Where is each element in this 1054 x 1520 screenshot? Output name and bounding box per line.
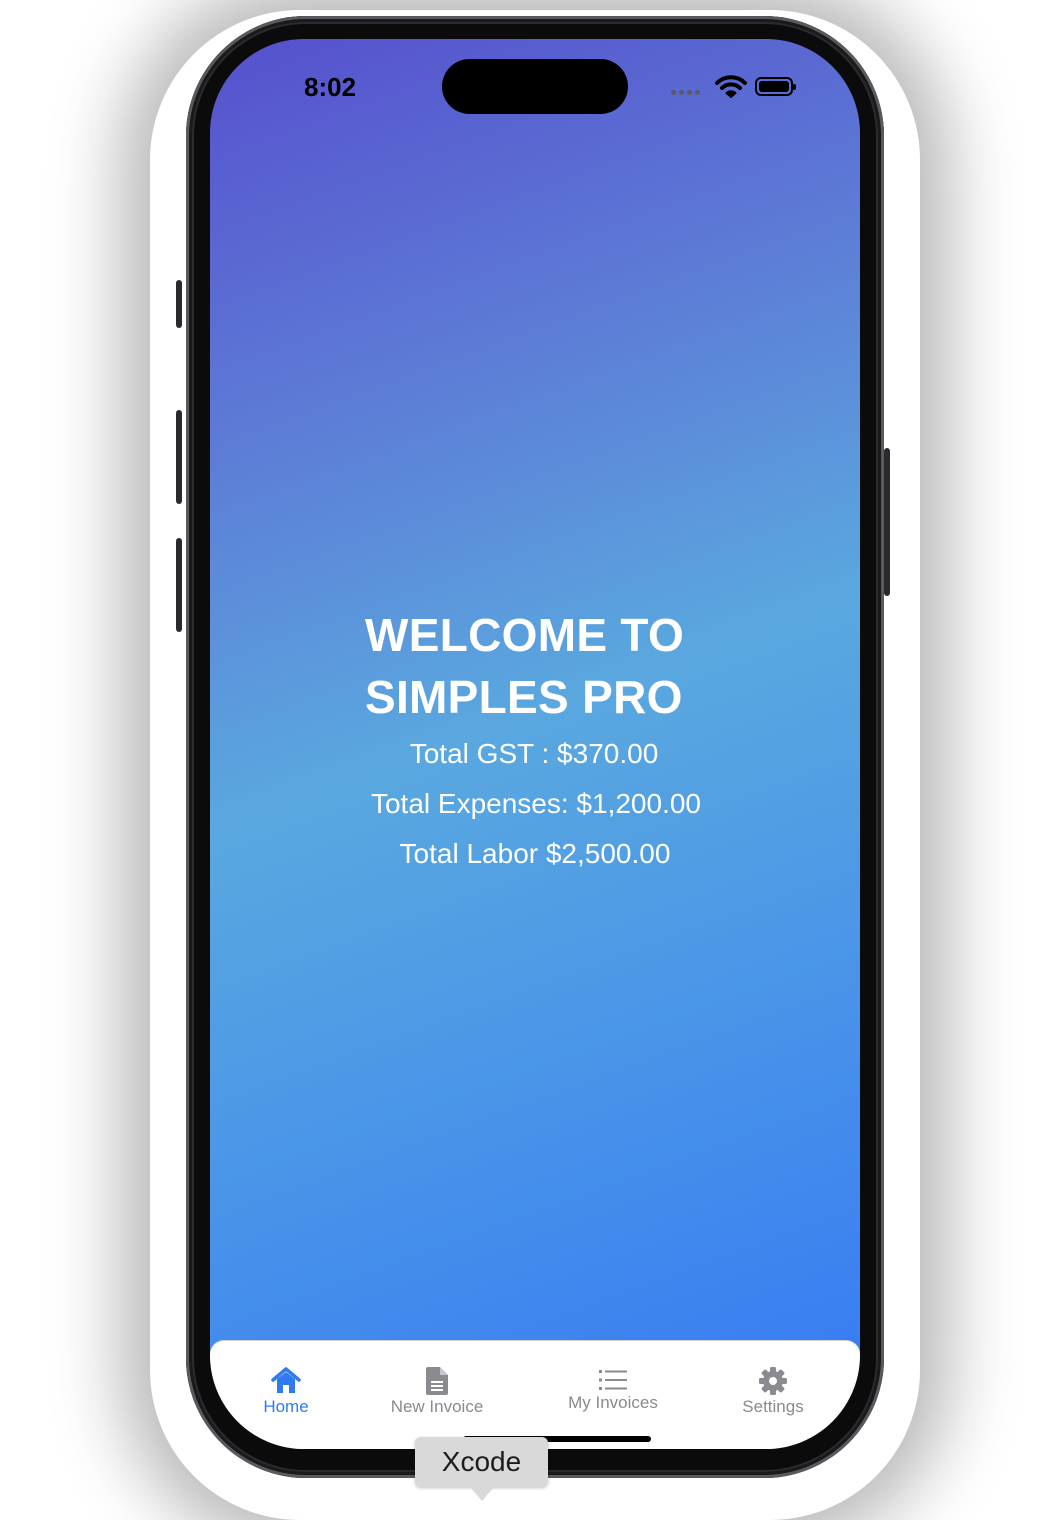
wifi-icon xyxy=(715,75,747,98)
welcome-title-line2: SIMPLES PRO xyxy=(365,671,683,723)
tab-settings-label: Settings xyxy=(742,1397,804,1416)
battery-icon xyxy=(755,77,796,96)
tab-settings[interactable]: Settings xyxy=(703,1365,843,1417)
tab-new-invoice[interactable]: New Invoice xyxy=(367,1365,507,1417)
dynamic-island xyxy=(442,59,628,114)
total-gst: Total GST : $370.00 xyxy=(409,738,659,769)
total-labor: Total Labor $2,500.00 xyxy=(399,838,671,869)
gear-icon xyxy=(759,1367,787,1395)
tab-my-invoices-label: My Invoices xyxy=(568,1393,658,1412)
tab-new-invoice-label: New Invoice xyxy=(390,1397,484,1416)
volume-up-button xyxy=(176,410,182,504)
house-icon xyxy=(271,1367,301,1393)
document-icon xyxy=(426,1367,448,1395)
xcode-tooltip: Xcode xyxy=(415,1437,548,1501)
app-screen: 8:02 WELCOME TO SIMPLES PRO Total GST : … xyxy=(210,39,860,1449)
action-button xyxy=(176,280,182,328)
volume-down-button xyxy=(176,538,182,632)
welcome-title: WELCOME TO SIMPLES PRO xyxy=(365,604,725,728)
tab-home[interactable]: Home xyxy=(216,1365,356,1417)
cellular-signal-icon xyxy=(671,90,700,95)
list-icon xyxy=(599,1370,627,1390)
power-button xyxy=(884,448,890,596)
tab-my-invoices[interactable]: My Invoices xyxy=(543,1361,683,1413)
welcome-title-line1: WELCOME TO xyxy=(365,609,685,661)
total-expenses: Total Expenses: $1,200.00 xyxy=(370,788,701,819)
status-time: 8:02 xyxy=(304,72,357,102)
tab-home-label: Home xyxy=(263,1397,309,1416)
tab-bar: Home New Invoice My Invoices Settings xyxy=(210,1340,860,1449)
